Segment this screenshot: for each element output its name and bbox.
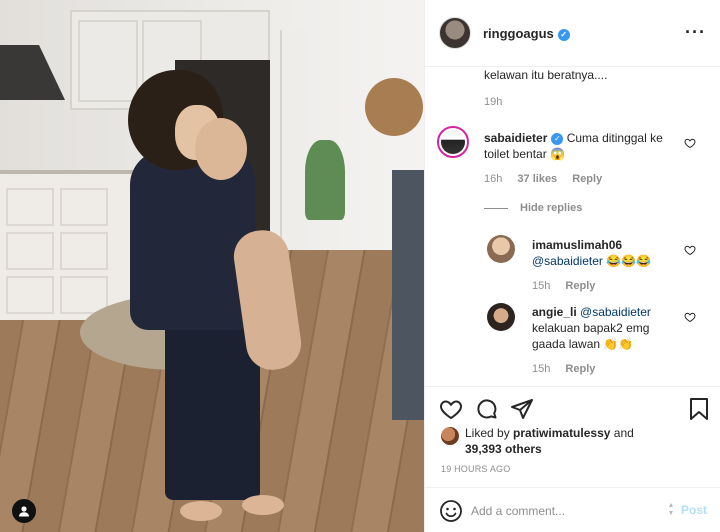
reply-body: 😂😂😂 xyxy=(606,254,652,268)
comment-line-1: Cuma ditinggal ke xyxy=(566,131,663,145)
photo-sofa xyxy=(392,170,424,420)
post-comment-button[interactable]: Post xyxy=(681,503,707,517)
photo-door xyxy=(280,30,308,260)
reply-meta: 15h Reply xyxy=(532,363,607,375)
reply-time: 15h xyxy=(532,363,551,375)
post-header: ringgoagus ✓ ··· xyxy=(425,0,720,67)
photo-feet xyxy=(180,495,284,525)
like-reply-heart-icon[interactable] xyxy=(684,244,696,256)
photo-counter xyxy=(0,170,140,320)
reply-button[interactable]: Reply xyxy=(572,173,602,185)
reply-mention[interactable]: @sabaidieter xyxy=(580,305,651,319)
reply-text: angie_li @sabaidieter kelakuan bapak2 em… xyxy=(532,304,687,352)
add-comment-bar: ▲▼ Post xyxy=(425,487,720,532)
author-avatar[interactable] xyxy=(439,17,471,49)
comment-username[interactable]: sabaidieter xyxy=(484,131,547,145)
like-comment-heart-icon[interactable] xyxy=(684,137,696,149)
post-timestamp[interactable]: 19 HOURS AGO xyxy=(441,464,510,474)
photo-plant xyxy=(305,140,345,220)
comment-time: 16h xyxy=(484,173,503,185)
liker-username[interactable]: pratiwimatulessy xyxy=(513,426,610,440)
comment-icon[interactable] xyxy=(475,397,499,421)
hide-replies-line xyxy=(484,207,508,209)
verified-badge-icon: ✓ xyxy=(551,133,564,145)
input-resize-arrows-icon: ▲ ▼ xyxy=(667,502,675,517)
verified-badge-icon: ✓ xyxy=(557,28,570,41)
author-username[interactable]: ringgoagus ✓ xyxy=(483,26,570,41)
reply-username[interactable]: imamuslimah06 xyxy=(532,238,622,252)
like-reply-heart-icon[interactable] xyxy=(684,311,696,323)
hide-replies-button[interactable]: Hide replies xyxy=(484,202,582,214)
reply-item: angie_li @sabaidieter kelakuan bapak2 em… xyxy=(425,299,720,384)
emoji-icon[interactable] xyxy=(439,499,463,523)
post-photo[interactable] xyxy=(0,0,424,532)
commenter-avatar[interactable] xyxy=(437,126,469,158)
comment-input[interactable] xyxy=(471,500,661,522)
reply-avatar[interactable] xyxy=(487,303,515,331)
bookmark-icon[interactable] xyxy=(687,397,711,421)
heart-icon[interactable] xyxy=(439,397,463,421)
reply-line-2: kelakuan bapak2 emg xyxy=(532,321,650,335)
reply-text: imamuslimah06 @sabaidieter 😂😂😂 xyxy=(532,237,682,269)
post-detail-panel: ringgoagus ✓ ··· kelawan itu beratnya....… xyxy=(424,0,720,532)
likes-count[interactable]: 39,393 others xyxy=(465,442,542,456)
likes-text: Liked by pratiwimatulessy and 39,393 oth… xyxy=(465,426,634,456)
user-icon[interactable] xyxy=(12,499,36,523)
comment-meta: 16h 37 likes Reply xyxy=(484,173,614,185)
photo-wall-hat xyxy=(365,78,423,136)
reply-item: imamuslimah06 @sabaidieter 😂😂😂 15h Reply xyxy=(425,228,720,298)
comment-line-2: toilet bentar 😱 xyxy=(484,147,565,161)
comments-list: kelawan itu beratnya.... 19h sabaidieter… xyxy=(425,68,720,386)
liker-avatar[interactable] xyxy=(441,427,459,445)
reply-meta: 15h Reply xyxy=(532,280,607,292)
reply-button[interactable]: Reply xyxy=(565,280,595,292)
reply-mention[interactable]: @sabaidieter xyxy=(532,254,603,268)
reply-button[interactable]: Reply xyxy=(565,363,595,375)
reply-time: 15h xyxy=(532,280,551,292)
reply-line-3: gaada lawan 👏👏 xyxy=(532,337,634,351)
reply-username[interactable]: angie_li xyxy=(532,305,577,319)
share-icon[interactable] xyxy=(510,397,534,421)
comment-text: sabaidieter ✓ Cuma ditinggal ke toilet be… xyxy=(484,130,684,162)
photo-baby-head xyxy=(195,118,247,180)
more-options-icon[interactable]: ··· xyxy=(685,22,706,43)
comment-likes[interactable]: 37 likes xyxy=(517,173,557,185)
comment-item: sabaidieter ✓ Cuma ditinggal ke toilet be… xyxy=(425,68,720,198)
reply-avatar[interactable] xyxy=(487,235,515,263)
photo-child-body xyxy=(130,150,255,330)
